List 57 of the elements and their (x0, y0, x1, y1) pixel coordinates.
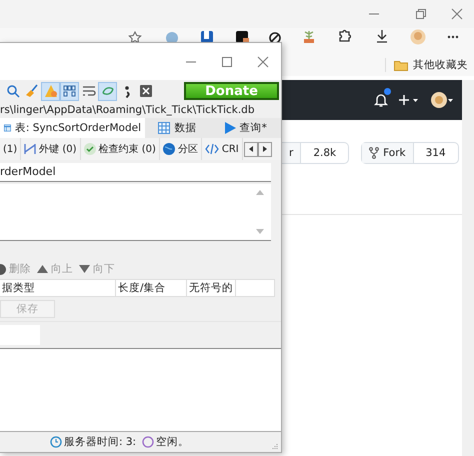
maximize-icon[interactable] (221, 56, 233, 68)
close-icon[interactable] (137, 82, 154, 100)
tab[interactable]: CRI (202, 138, 243, 160)
star-button[interactable]: r (282, 143, 300, 163)
scrollbar[interactable] (462, 80, 474, 456)
grid-icon (158, 122, 170, 134)
tab[interactable]: 分区 (160, 138, 202, 160)
down-arrow-icon (79, 265, 90, 273)
code-icon (204, 143, 219, 155)
tab[interactable]: 外键 (0) (21, 138, 81, 160)
status-text: 服务器时间: 3: (50, 435, 136, 449)
column-header[interactable]: 无符号的 (187, 280, 236, 296)
star-icon[interactable] (128, 31, 142, 43)
resize-grip-icon[interactable] (272, 443, 278, 449)
column-header[interactable]: 长度/集合 (116, 280, 187, 296)
caret-icon (248, 146, 253, 152)
star-count[interactable]: 2.8k (300, 143, 348, 163)
tab[interactable]: 表: SyncSortOrderModel (0, 118, 145, 138)
puzzle-icon[interactable] (337, 28, 351, 44)
circle-icon (142, 436, 154, 448)
tab[interactable]: 查询* (210, 118, 281, 138)
fork-icon (369, 147, 380, 159)
extension-icon[interactable] (235, 31, 249, 43)
file-path: rs\linger\AppData\Roaming\Tick_Tick\TickTick.db (0, 103, 256, 118)
binary-icon[interactable] (61, 82, 78, 100)
table-icon (4, 122, 11, 134)
tab[interactable]: 数据 (145, 118, 210, 138)
status-text: 空闲。 (142, 435, 190, 449)
folder-icon (394, 60, 408, 70)
profile-icon[interactable] (165, 31, 179, 43)
remove-icon (0, 264, 6, 274)
fork-count[interactable]: 314 (412, 143, 458, 163)
tab[interactable]: 检查约束 (0) (80, 138, 160, 160)
globe-icon (162, 143, 175, 155)
bell-icon[interactable] (374, 92, 388, 108)
key-icon (24, 143, 36, 155)
scroll-right-button[interactable] (258, 142, 272, 156)
download-icon[interactable] (375, 28, 389, 44)
avatar-dropdown-icon[interactable] (430, 91, 454, 109)
play-icon (224, 122, 236, 134)
check-icon (84, 143, 96, 155)
bookmark-folder[interactable]: 其他收藏夹 (385, 58, 468, 72)
restore-icon[interactable] (415, 8, 427, 20)
fork-button[interactable]: Fork (362, 143, 413, 163)
block-icon[interactable] (268, 31, 282, 43)
plus-dropdown-icon[interactable] (398, 94, 420, 106)
caret-icon (262, 146, 267, 152)
column-header[interactable]: 据类型 (0, 280, 116, 296)
tab[interactable]: (1) (0, 138, 22, 160)
up-arrow-icon (37, 265, 48, 273)
scroll-left-button[interactable] (244, 142, 258, 156)
close-icon[interactable] (257, 56, 269, 68)
name-field[interactable]: rderModel (0, 163, 271, 182)
clock-icon (50, 436, 62, 448)
extension-icon[interactable] (200, 31, 214, 43)
plant-icon[interactable] (302, 28, 316, 44)
close-icon[interactable] (451, 8, 463, 20)
